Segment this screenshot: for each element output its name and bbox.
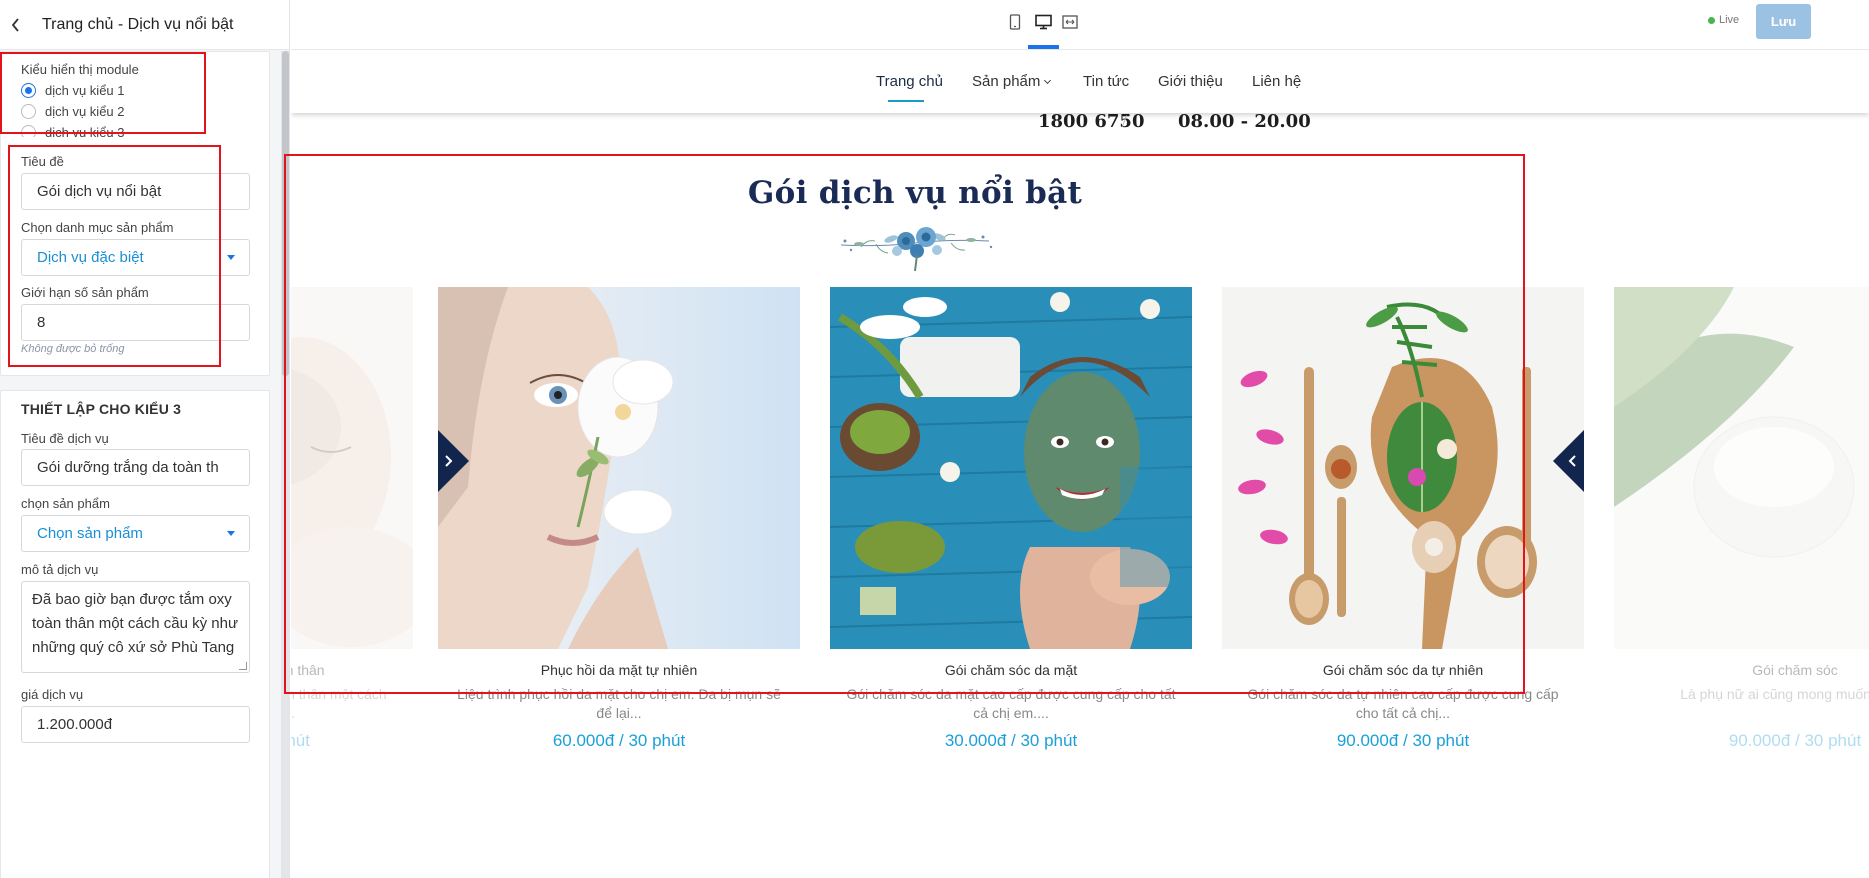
product-desc: Gói chăm sóc da mặt cao cấp được cung cấ… xyxy=(846,686,1176,721)
desktop-icon xyxy=(1034,14,1052,30)
product-select-label: chọn sản phẩm xyxy=(21,496,110,511)
style3-settings-card: THIẾT LẬP CHO KIỂU 3 Tiêu đề dịch vụ Gói… xyxy=(0,390,270,878)
nav-item-contact[interactable]: Liên hệ xyxy=(1252,73,1301,90)
device-active-indicator xyxy=(1028,45,1059,49)
category-select-value: Dịch vụ đặc biệt xyxy=(37,249,144,266)
panel-scrollbar[interactable] xyxy=(281,51,289,878)
module-display-label: Kiểu hiển thị module xyxy=(21,62,139,77)
spoons-and-leaves-image xyxy=(1222,287,1584,649)
nav-active-underline xyxy=(888,100,924,102)
category-select[interactable]: Dịch vụ đặc biệt xyxy=(21,239,250,276)
product-price: 60.000đ / 30 phút xyxy=(552,731,686,750)
product-photo[interactable] xyxy=(830,287,1192,649)
radio-label: dịch vụ kiểu 2 xyxy=(45,104,125,119)
radio-style-2[interactable]: dịch vụ kiểu 2 xyxy=(21,104,125,119)
service-price-input[interactable]: 1.200.000đ xyxy=(21,706,250,743)
site-preview: Trang chủ Sản phẩm Tin tức Giới thiệu Li… xyxy=(291,51,1869,878)
product-name[interactable]: Gói chăm sóc da mặt xyxy=(830,662,1192,678)
product-photo[interactable] xyxy=(1614,287,1869,649)
live-label: Live xyxy=(1719,14,1740,26)
title-input[interactable]: Gói dịch vụ nổi bật xyxy=(21,173,250,210)
product-desc: Là phụ nữ ai cũng mong muốn, mà... xyxy=(1680,686,1869,702)
nav-item-home[interactable]: Trang chủ xyxy=(876,73,943,90)
nav-item-about[interactable]: Giới thiệu xyxy=(1158,73,1223,90)
product-desc: Liệu trình phục hồi da mặt cho chị em. D… xyxy=(457,686,781,721)
section-title: Gói dịch vụ nổi bật xyxy=(747,175,1083,211)
product-name[interactable]: Gói chăm sóc xyxy=(1614,662,1869,678)
product-desc: Gói chăm sóc da tự nhiên cao cấp được cu… xyxy=(1247,686,1559,721)
mobile-icon xyxy=(1009,14,1021,30)
product-price: 90.000đ / 30 phút xyxy=(1728,731,1862,750)
limit-field-hint: Không được bỏ trống xyxy=(21,343,125,355)
product-select-value: Chọn sản phẩm xyxy=(37,525,143,542)
fullwidth-view-button[interactable] xyxy=(1060,12,1080,32)
radio-label: dịch vụ kiểu 3 xyxy=(45,125,125,137)
product-card[interactable]: Phục hồi da mặt tự nhiên Liệu trình phục… xyxy=(438,287,800,750)
caret-down-icon xyxy=(227,531,235,536)
service-title-input[interactable]: Gói dưỡng trắng da toàn th xyxy=(21,449,250,486)
panel-scrollbar-thumb[interactable] xyxy=(282,51,289,376)
settings-panel: Trang chủ - Dịch vụ nổi bật Kiểu hiển th… xyxy=(0,0,290,878)
cream-jar-leaf-image xyxy=(1614,287,1869,649)
style3-heading: THIẾT LẬP CHO KIỂU 3 xyxy=(21,401,182,417)
product-name[interactable]: Phục hồi da mặt tự nhiên xyxy=(438,662,800,678)
product-photo[interactable] xyxy=(438,287,800,649)
product-name[interactable]: Gói chăm sóc da tự nhiên xyxy=(1222,662,1584,678)
product-photo[interactable] xyxy=(291,287,413,649)
module-settings-card: Kiểu hiển thị module dịch vụ kiểu 1 dịch… xyxy=(0,51,270,376)
radio-unchecked-icon xyxy=(21,125,36,137)
nav-item-news[interactable]: Tin tức xyxy=(1083,73,1129,90)
mobile-view-button[interactable] xyxy=(1005,12,1025,32)
caret-down-icon xyxy=(227,255,235,260)
product-card[interactable]: Gói chăm sóc Là phụ nữ ai cũng mong muốn… xyxy=(1614,287,1869,750)
live-dot-icon xyxy=(1708,16,1715,24)
product-card[interactable]: Gói chăm sóc da mặt Gói chăm sóc da mặt … xyxy=(830,287,1192,750)
editor-toolbar: Live Lưu xyxy=(291,0,1869,50)
panel-title: Trang chủ - Dịch vụ nổi bật xyxy=(42,15,234,33)
chevron-down-icon xyxy=(1044,76,1052,85)
fullwidth-icon xyxy=(1062,15,1078,29)
product-price: 1.200.000đ / 30 phút xyxy=(291,731,310,750)
radio-label: dịch vụ kiểu 1 xyxy=(45,83,125,98)
limit-field-label: Giới hạn số sản phẩm xyxy=(21,285,149,300)
limit-input[interactable]: 8 xyxy=(21,304,250,341)
service-desc-textarea[interactable]: Đã bao giờ bạn được tắm oxy toàn thân mộ… xyxy=(21,581,250,673)
nav-item-products[interactable]: Sản phẩm xyxy=(972,73,1052,90)
nav-item-label: Sản phẩm xyxy=(972,73,1041,90)
resize-grip-icon[interactable] xyxy=(239,662,247,670)
service-price-label: giá dịch vụ xyxy=(21,687,84,702)
radio-style-3[interactable]: dịch vụ kiểu 3 xyxy=(21,125,125,137)
product-card[interactable]: Gói chăm sóc da tự nhiên Gói chăm sóc da… xyxy=(1222,287,1584,750)
contact-hours: 08.00 - 20.00 xyxy=(1178,111,1311,132)
product-photo[interactable] xyxy=(1222,287,1584,649)
product-desc: Đã bao giờ bạn được tắm oxy toàn thân mộ… xyxy=(291,686,387,721)
woman-face-mask-image xyxy=(830,287,1192,649)
floral-ornament-icon xyxy=(840,227,993,272)
product-price: 30.000đ / 30 phút xyxy=(944,731,1078,750)
service-desc-label: mô tả dịch vụ xyxy=(21,562,99,577)
panel-scroll-area: Kiểu hiển thị module dịch vụ kiểu 1 dịch… xyxy=(0,51,282,878)
panel-header: Trang chủ - Dịch vụ nổi bật xyxy=(0,0,289,50)
back-button[interactable] xyxy=(4,13,28,37)
product-select[interactable]: Chọn sản phẩm xyxy=(21,515,250,552)
title-field-label: Tiêu đề xyxy=(21,154,64,169)
save-button[interactable]: Lưu xyxy=(1756,4,1811,39)
radio-style-1[interactable]: dịch vụ kiểu 1 xyxy=(21,83,125,98)
woman-flower-face-image xyxy=(438,287,800,649)
radio-unchecked-icon xyxy=(21,104,36,119)
product-name[interactable]: Gói dưỡng trắng da toàn thân xyxy=(291,662,413,678)
product-card[interactable]: Gói dưỡng trắng da toàn thân Đã bao giờ … xyxy=(291,287,413,750)
site-navbar: Trang chủ Sản phẩm Tin tức Giới thiệu Li… xyxy=(291,51,1869,113)
category-field-label: Chọn danh mục sản phẩm xyxy=(21,220,174,235)
chevron-left-icon xyxy=(11,17,19,32)
live-status: Live xyxy=(1708,14,1739,26)
woman-relaxing-image xyxy=(291,287,413,649)
product-price: 90.000đ / 30 phút xyxy=(1336,731,1470,750)
desktop-view-button[interactable] xyxy=(1033,12,1053,32)
radio-checked-icon xyxy=(21,83,36,98)
contact-phone: 1800 6750 xyxy=(1038,111,1145,132)
editor-app: Trang chủ - Dịch vụ nổi bật Kiểu hiển th… xyxy=(0,0,1869,878)
service-desc-text: Đã bao giờ bạn được tắm oxy toàn thân mộ… xyxy=(32,591,238,656)
service-title-label: Tiêu đề dịch vụ xyxy=(21,431,109,446)
